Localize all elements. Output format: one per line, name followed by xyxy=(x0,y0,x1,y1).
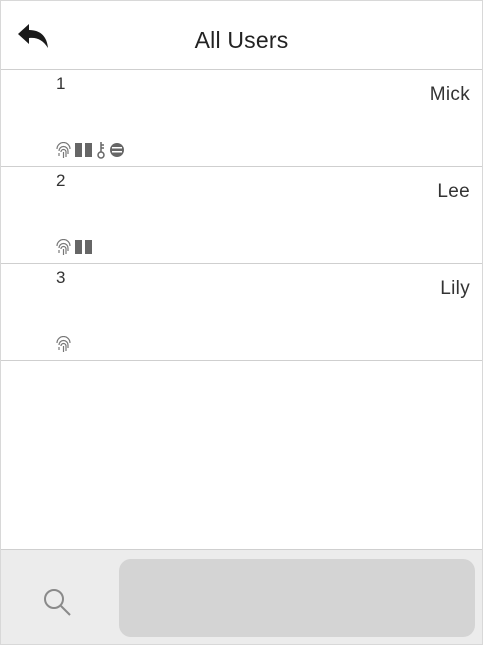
user-id: 2 xyxy=(56,171,66,190)
page-title: All Users xyxy=(194,27,289,53)
user-id: 1 xyxy=(56,74,66,93)
search-icon[interactable] xyxy=(41,586,73,618)
face-icon xyxy=(109,142,125,158)
fingerprint-icon xyxy=(55,141,72,159)
verification-icons xyxy=(55,237,93,257)
screen: All Users 1 Mick 2 Lee 3 Lily xyxy=(0,0,483,645)
user-row-1[interactable]: 1 Mick xyxy=(1,70,482,167)
password-key-icon xyxy=(96,141,106,159)
verification-icons xyxy=(55,140,125,160)
card-icon xyxy=(75,142,93,158)
user-row-2[interactable]: 2 Lee xyxy=(1,167,482,264)
user-row-3[interactable]: 3 Lily xyxy=(1,264,482,361)
user-list: 1 Mick 2 Lee 3 Lily xyxy=(1,70,482,361)
search-input[interactable] xyxy=(119,559,475,637)
verification-icons xyxy=(55,334,72,354)
fingerprint-icon xyxy=(55,238,72,256)
fingerprint-icon xyxy=(55,335,72,353)
card-icon xyxy=(75,239,93,255)
user-name: Lee xyxy=(437,181,470,202)
header-bar: All Users xyxy=(1,1,482,70)
user-id: 3 xyxy=(56,268,66,287)
user-name: Mick xyxy=(429,84,470,105)
search-bar xyxy=(1,549,482,644)
user-name: Lily xyxy=(440,278,470,299)
